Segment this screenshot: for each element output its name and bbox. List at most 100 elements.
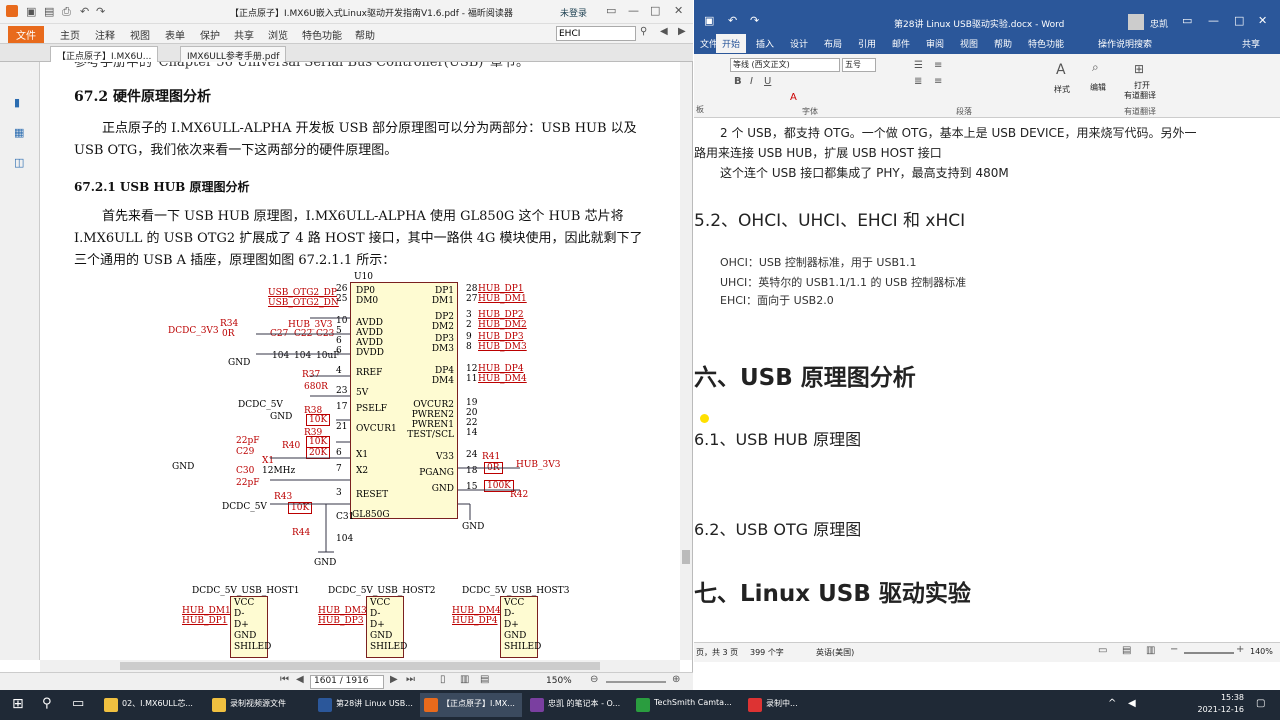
tab-form[interactable]: 表单 xyxy=(165,27,185,42)
restore-ribbon-icon[interactable]: ▭ xyxy=(606,4,616,17)
login-status[interactable]: 未登录 xyxy=(560,6,587,19)
close-icon[interactable]: ✕ xyxy=(1258,14,1267,27)
bold-icon[interactable]: B xyxy=(734,76,742,87)
print-icon[interactable]: ⎙ xyxy=(62,5,71,19)
taskbar-app-button[interactable]: 【正点原子】I.MX... xyxy=(420,693,522,717)
word-tab-references[interactable]: 引用 xyxy=(858,37,876,50)
windows-start-icon[interactable]: ⊞ xyxy=(12,696,24,712)
word-user-name[interactable]: 忠凯 xyxy=(1150,17,1168,30)
styles-icon[interactable]: A xyxy=(1056,62,1066,78)
font-size-select[interactable]: 五号 xyxy=(842,58,876,72)
undo-icon[interactable]: ↶ xyxy=(80,5,89,18)
maximize-icon[interactable]: □ xyxy=(1234,14,1244,27)
pdf-vertical-scrollbar[interactable] xyxy=(680,62,692,660)
styles-button[interactable]: 样式 xyxy=(1054,84,1070,95)
pdf-hscroll-thumb[interactable] xyxy=(120,662,600,670)
save-icon[interactable]: ▣ xyxy=(704,14,714,27)
layers-panel-icon[interactable]: ◫ xyxy=(14,156,24,169)
word-tab-insert[interactable]: 插入 xyxy=(756,37,774,50)
word-tab-home[interactable]: 开始 xyxy=(716,34,747,53)
facing-page-icon[interactable]: ▤ xyxy=(480,674,489,685)
print-layout-icon[interactable]: ▤ xyxy=(1122,645,1131,656)
align-left-icon[interactable]: ≣ xyxy=(914,76,922,87)
zoom-in-icon[interactable]: + xyxy=(1236,644,1244,655)
pdf-zoom-slider[interactable] xyxy=(606,681,666,683)
font-color-icon[interactable]: A xyxy=(790,92,797,103)
volume-icon[interactable]: ◀ xyxy=(1128,698,1136,709)
translate-button-line2[interactable]: 有道翻译 xyxy=(1124,90,1156,101)
underline-icon[interactable]: U xyxy=(764,76,771,87)
pdf-zoom-level[interactable]: 150% xyxy=(546,676,572,686)
avatar[interactable] xyxy=(1128,14,1144,30)
pdf-vscroll-thumb[interactable] xyxy=(682,550,690,564)
pages-panel-icon[interactable]: ▦ xyxy=(14,126,24,139)
pdf-horizontal-scrollbar[interactable] xyxy=(40,660,680,672)
bullets-icon[interactable]: ☰ xyxy=(914,60,923,71)
clock-date[interactable]: 2021-12-16 xyxy=(1196,705,1245,714)
first-page-icon[interactable]: ⏮ xyxy=(280,674,289,685)
tab-features[interactable]: 特色功能 xyxy=(302,27,342,42)
last-page-icon[interactable]: ⏭ xyxy=(406,674,415,685)
tray-chevron-icon[interactable]: ^ xyxy=(1108,698,1116,709)
tab-protect[interactable]: 保护 xyxy=(200,27,220,42)
maximize-icon[interactable]: □ xyxy=(650,4,660,17)
word-count[interactable]: 399 个字 xyxy=(750,647,784,658)
bookmark-panel-icon[interactable]: ▮ xyxy=(14,96,20,109)
file-menu-button[interactable]: 文件 xyxy=(8,26,44,43)
notification-icon[interactable]: ▢ xyxy=(1256,698,1265,709)
next-result-icon[interactable]: ▶ xyxy=(678,26,686,37)
page-count[interactable]: 页，共 3 页 xyxy=(696,647,738,658)
ribbon-display-icon[interactable]: ▭ xyxy=(1182,14,1192,27)
taskbar-app-button[interactable]: 02、I.MX6ULL芯... xyxy=(100,693,204,717)
clock-time[interactable]: 15:38 xyxy=(1196,693,1244,702)
minimize-icon[interactable]: — xyxy=(628,4,639,17)
word-tab-features[interactable]: 特色功能 xyxy=(1028,37,1064,50)
read-mode-icon[interactable]: ▭ xyxy=(1098,645,1107,656)
search-icon[interactable]: ⚲ xyxy=(42,696,52,711)
tab-comment[interactable]: 注释 xyxy=(95,27,115,42)
redo-icon[interactable]: ↷ xyxy=(750,14,759,27)
save-icon[interactable]: ▤ xyxy=(44,5,54,18)
find-icon[interactable]: ⌕ xyxy=(1092,60,1099,75)
open-icon[interactable]: ▣ xyxy=(26,5,36,18)
language-status[interactable]: 英语(美国) xyxy=(816,647,854,658)
font-name-select[interactable]: 等线 (西文正文) xyxy=(730,58,840,72)
page-number-field[interactable]: 1601 / 1916 xyxy=(310,675,384,689)
tab-browse[interactable]: 浏览 xyxy=(268,27,288,42)
word-tab-view[interactable]: 视图 xyxy=(960,37,978,50)
task-view-icon[interactable]: ▭ xyxy=(72,696,84,711)
next-page-icon[interactable]: ▶ xyxy=(390,674,398,685)
search-icon[interactable]: ⚲ xyxy=(640,26,647,37)
word-zoom-slider[interactable] xyxy=(1184,652,1234,654)
zoom-in-icon[interactable]: ⊕ xyxy=(672,674,680,685)
word-tab-help[interactable]: 帮助 xyxy=(994,37,1012,50)
pdf-page-view[interactable]: 参考手册中的“Chapter 56 Universal Serial Bus C… xyxy=(40,62,680,660)
word-tab-layout[interactable]: 布局 xyxy=(824,37,842,50)
minimize-icon[interactable]: — xyxy=(1208,14,1219,27)
numbering-icon[interactable]: ≡ xyxy=(934,60,942,71)
taskbar-app-button[interactable]: 第28讲 Linux USB... xyxy=(314,693,416,717)
web-layout-icon[interactable]: ▥ xyxy=(1146,645,1155,656)
close-icon[interactable]: ✕ xyxy=(674,4,683,17)
word-tab-design[interactable]: 设计 xyxy=(790,37,808,50)
edit-button[interactable]: 编辑 xyxy=(1090,82,1106,93)
redo-icon[interactable]: ↷ xyxy=(96,5,105,18)
translate-icon[interactable]: ⊞ xyxy=(1134,62,1144,76)
word-document-area[interactable]: 2 个 USB，都支持 OTG。一个做 OTG，基本上是 USB DEVICE，… xyxy=(694,118,1280,642)
taskbar-app-button[interactable]: 忠凯 的笔记本 - O... xyxy=(526,693,628,717)
align-center-icon[interactable]: ≡ xyxy=(934,76,942,87)
doc-tab-reference[interactable]: IMX6ULL参考手册.pdf xyxy=(180,46,287,62)
share-button[interactable]: 共享 xyxy=(1242,37,1260,50)
word-tab-mailings[interactable]: 邮件 xyxy=(892,37,910,50)
tell-me-search[interactable]: 操作说明搜索 xyxy=(1098,37,1152,50)
word-zoom-level[interactable]: 140% xyxy=(1250,647,1273,656)
prev-result-icon[interactable]: ◀ xyxy=(660,26,668,37)
zoom-out-icon[interactable]: − xyxy=(1170,644,1178,655)
prev-page-icon[interactable]: ◀ xyxy=(296,674,304,685)
taskbar-app-button[interactable]: 录制中... xyxy=(744,693,824,717)
tab-help[interactable]: 帮助 xyxy=(355,27,375,42)
zoom-out-icon[interactable]: ⊖ xyxy=(590,674,598,685)
undo-icon[interactable]: ↶ xyxy=(728,14,737,27)
tab-home[interactable]: 主页 xyxy=(60,27,80,42)
italic-icon[interactable]: I xyxy=(750,76,753,87)
